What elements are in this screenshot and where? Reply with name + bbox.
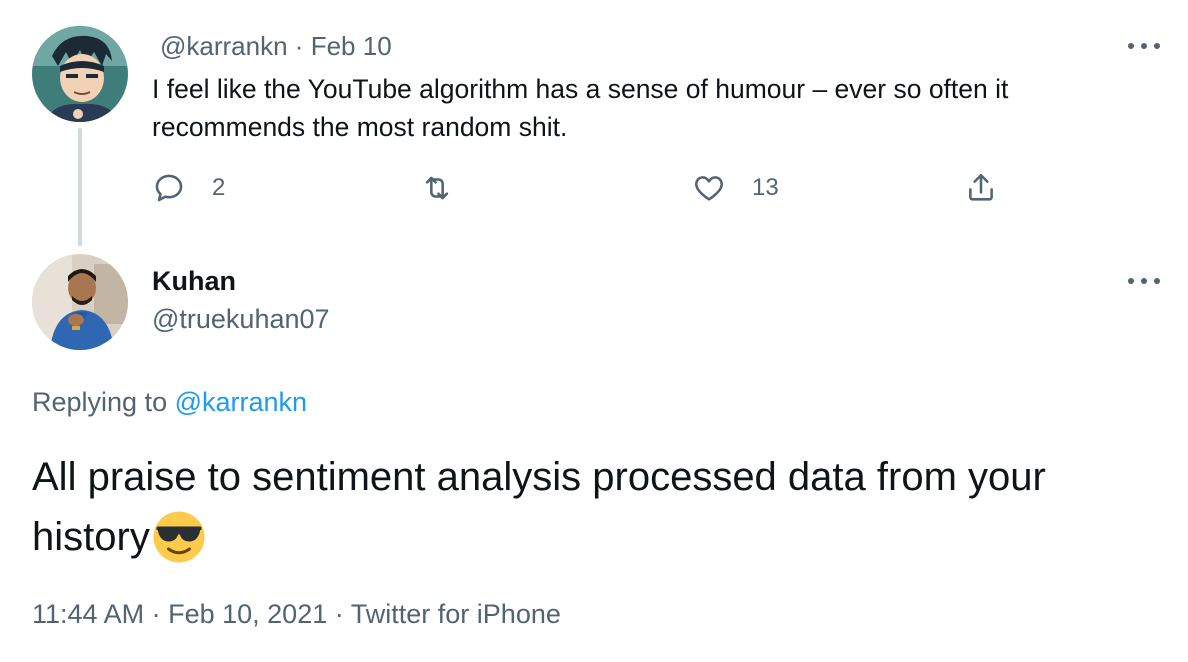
more-icon[interactable] bbox=[1128, 36, 1160, 56]
tweet-source[interactable]: Twitter for iPhone bbox=[351, 599, 561, 629]
header-separator: · bbox=[294, 31, 304, 61]
tweet-metadata: 11:44 AM · Feb 10, 2021 · Twitter for iP… bbox=[32, 596, 561, 632]
meta-separator: · bbox=[334, 599, 344, 629]
parent-tweet-date[interactable]: Feb 10 bbox=[311, 31, 392, 61]
tweet-time[interactable]: 11:44 AM bbox=[32, 599, 144, 629]
like-button[interactable]: 13 bbox=[692, 168, 779, 208]
parent-tweet-header: @karrankn · Feb 10 bbox=[160, 30, 392, 62]
reply-author-name[interactable]: Kuhan bbox=[152, 264, 236, 298]
meta-separator: · bbox=[151, 599, 161, 629]
like-count: 13 bbox=[752, 174, 779, 201]
parent-tweet-text: I feel like the YouTube algorithm has a … bbox=[152, 74, 1009, 142]
reply-count: 2 bbox=[212, 174, 226, 201]
parent-author-avatar[interactable] bbox=[32, 26, 128, 122]
reply-author-handle[interactable]: @truekuhan07 bbox=[152, 302, 330, 336]
replying-to-label: Replying to bbox=[32, 387, 168, 417]
like-icon bbox=[695, 176, 723, 201]
reply-button[interactable]: 2 bbox=[152, 168, 225, 208]
retweet-button[interactable] bbox=[420, 168, 480, 208]
reply-tweet-text: All praise to sentiment analysis process… bbox=[32, 447, 1172, 567]
share-icon bbox=[969, 173, 993, 201]
thread-connector-line bbox=[78, 128, 82, 246]
share-button[interactable] bbox=[964, 168, 998, 208]
reply-author-avatar[interactable] bbox=[32, 254, 128, 350]
parent-author-handle[interactable]: @karrankn bbox=[160, 31, 288, 61]
sunglasses-emoji-icon bbox=[153, 511, 205, 563]
parent-tweet-actions: 2 13 bbox=[152, 168, 1012, 208]
replying-to-line: Replying to @karrankn bbox=[32, 384, 307, 420]
more-icon[interactable] bbox=[1128, 271, 1160, 291]
reply-icon bbox=[155, 174, 183, 202]
replying-to-link[interactable]: @karrankn bbox=[175, 387, 307, 417]
retweet-icon bbox=[425, 176, 449, 200]
tweet-full-date[interactable]: Feb 10, 2021 bbox=[168, 599, 327, 629]
